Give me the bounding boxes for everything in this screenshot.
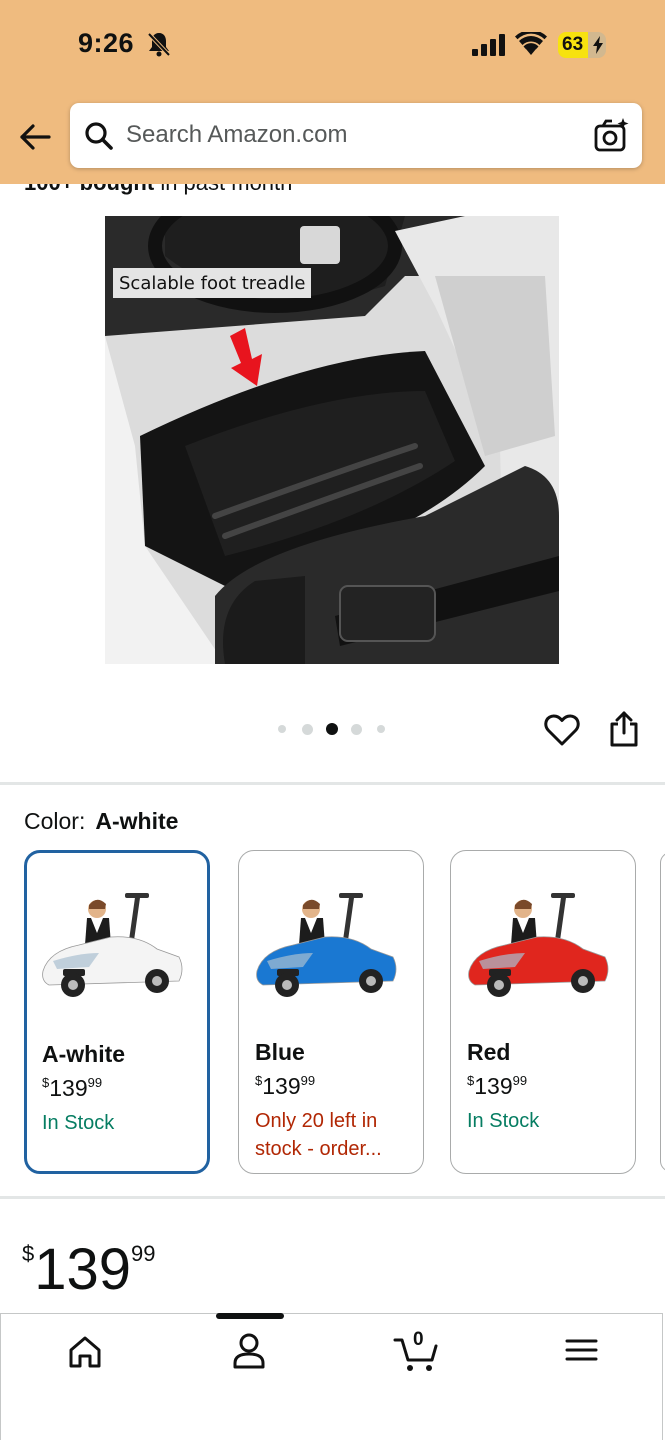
search-bar[interactable]	[70, 103, 642, 168]
carousel-dot[interactable]	[278, 725, 286, 733]
swatch-price-fraction: 99	[512, 1073, 528, 1088]
swatch-name: Blue	[255, 1039, 305, 1065]
color-swatch[interactable]: A-white $13999 In Stock	[24, 850, 210, 1174]
swatch-car-image	[468, 893, 609, 997]
product-image[interactable]: Scalable foot treadle	[105, 216, 559, 664]
back-arrow-icon[interactable]	[18, 120, 52, 154]
header: 9:26 63	[0, 0, 665, 184]
camera-search-icon[interactable]	[594, 117, 630, 153]
color-label: Color:	[24, 808, 86, 834]
swatch-price-fraction: 99	[300, 1073, 316, 1088]
price-whole: 139	[34, 1237, 132, 1302]
menu-icon[interactable]	[556, 1330, 606, 1374]
swatch-stock-status: In Stock	[42, 1112, 115, 1134]
carousel-dot[interactable]	[351, 723, 362, 735]
section-divider	[0, 782, 665, 785]
carousel-dot[interactable]	[326, 723, 338, 735]
swatch-price: $13999	[255, 1073, 315, 1100]
swatch-price: $13999	[467, 1073, 527, 1100]
wishlist-heart-icon[interactable]	[544, 712, 580, 748]
color-swatch[interactable]: Red $13999 In Stock	[450, 850, 636, 1174]
next-swatch-peek[interactable]	[660, 852, 665, 1172]
battery-percent: 63	[562, 34, 584, 55]
cart-count: 0	[413, 1329, 424, 1350]
swatch-stock-status: Only 20 left in stock - order...	[255, 1110, 382, 1160]
swatch-name: A-white	[42, 1041, 126, 1067]
color-swatch[interactable]: Blue $13999 Only 20 left in stock - order.…	[238, 850, 424, 1174]
swatch-price: $13999	[42, 1075, 102, 1102]
price-currency: $	[22, 1241, 35, 1266]
swatch-car-image	[42, 893, 183, 997]
swatch-name: Red	[467, 1039, 511, 1065]
search-icon	[85, 122, 113, 150]
carousel-dot[interactable]	[302, 723, 313, 735]
selected-color-value: A-white	[95, 808, 179, 834]
price-fraction: 99	[131, 1241, 156, 1266]
section-divider	[0, 1196, 665, 1199]
swatch-price-whole: 139	[262, 1073, 301, 1099]
wifi-icon	[515, 32, 547, 55]
account-icon[interactable]	[224, 1330, 274, 1374]
carousel-dot[interactable]	[377, 725, 385, 733]
swatch-car-image	[256, 893, 397, 997]
nav-active-indicator	[216, 1313, 284, 1319]
status-time: 9:26	[78, 28, 135, 58]
color-selector-label: Color: A-white	[24, 808, 178, 835]
charging-bolt-icon	[593, 36, 603, 54]
swatch-price-whole: 139	[49, 1075, 88, 1101]
product-price: $13999	[22, 1224, 156, 1300]
home-icon[interactable]	[60, 1330, 110, 1374]
silent-mode-icon	[147, 32, 171, 57]
search-input[interactable]	[126, 117, 576, 153]
battery-indicator: 63	[558, 32, 606, 58]
image-caption: Scalable foot treadle	[119, 273, 305, 294]
swatch-stock-status: In Stock	[467, 1110, 540, 1132]
cell-signal-icon	[472, 34, 505, 56]
swatch-price-fraction: 99	[87, 1075, 103, 1090]
share-icon[interactable]	[608, 710, 640, 748]
swatch-price-whole: 139	[474, 1073, 513, 1099]
